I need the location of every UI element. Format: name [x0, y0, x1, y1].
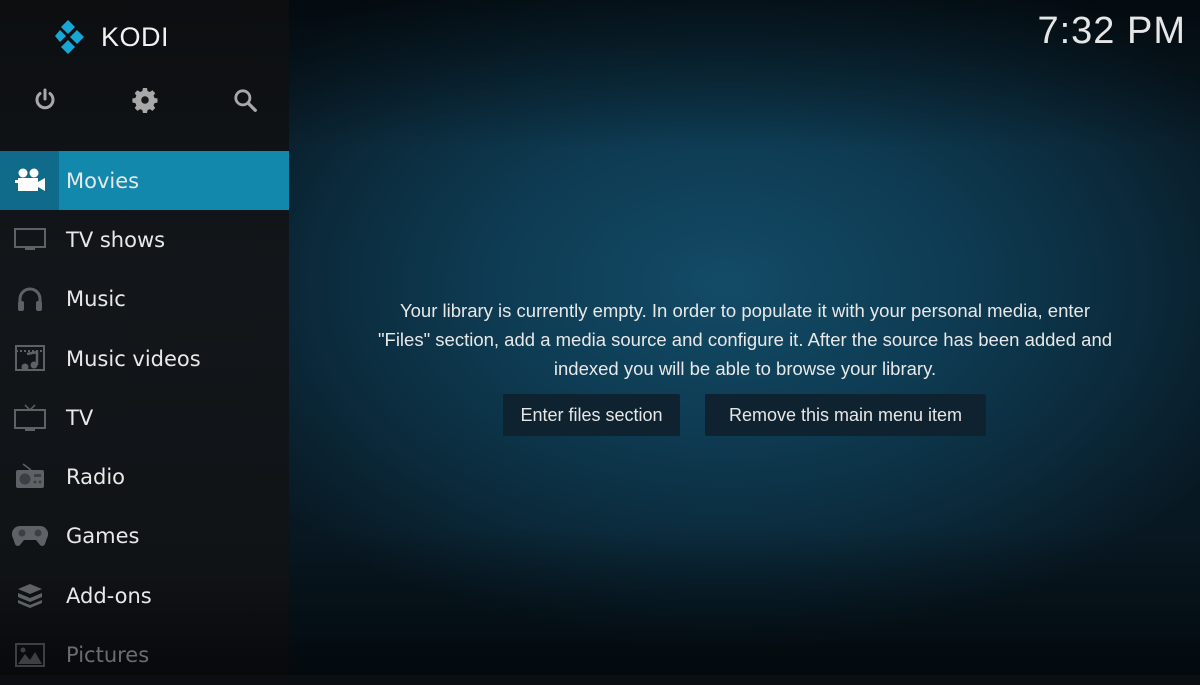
- search-icon: [234, 89, 257, 112]
- remove-menu-item-button[interactable]: Remove this main menu item: [705, 394, 986, 436]
- settings-icon: [132, 87, 158, 113]
- menu-label: Music videos: [66, 346, 201, 371]
- empty-library-message: Your library is currently empty. In orde…: [312, 296, 1178, 383]
- message-line: Your library is currently empty. In orde…: [400, 300, 1090, 321]
- monitor-icon: [13, 227, 46, 250]
- clock: 7:32 PM: [1037, 10, 1186, 52]
- message-line: "Files" section, add a media source and …: [377, 329, 1113, 350]
- menu-label: Games: [66, 524, 140, 549]
- enter-files-section-button[interactable]: Enter files section: [503, 394, 680, 436]
- headphones-icon: [17, 287, 42, 312]
- menu-label: Movies: [66, 168, 140, 193]
- menu-label: Add-ons: [66, 583, 152, 608]
- power-button[interactable]: [29, 84, 61, 116]
- kodi-logo-icon: [55, 20, 84, 54]
- menu-label: Pictures: [66, 643, 150, 668]
- menu-item-movies[interactable]: Movies: [0, 151, 289, 211]
- menu-item-tv-shows[interactable]: TV shows: [0, 210, 289, 269]
- main-menu: Movies TV shows Music Music videos TV Ra…: [0, 151, 289, 685]
- logo-text: KODI: [101, 21, 170, 52]
- music-video-icon: [14, 344, 45, 371]
- menu-item-radio[interactable]: Radio: [0, 447, 289, 506]
- tv-icon: [13, 404, 46, 431]
- menu-label: Radio: [66, 465, 126, 490]
- movie-camera-icon: [14, 168, 45, 191]
- gamepad-icon: [11, 526, 48, 547]
- addons-box-icon: [17, 583, 42, 608]
- menu-label: TV shows: [66, 227, 166, 252]
- menu-item-pictures[interactable]: Pictures: [0, 625, 289, 684]
- settings-button[interactable]: [129, 84, 161, 116]
- menu-label: Music: [66, 287, 126, 312]
- kodi-logo: KODI: [55, 20, 169, 54]
- message-line: indexed you will be able to browse your …: [553, 358, 937, 379]
- menu-item-music[interactable]: Music: [0, 270, 289, 329]
- power-icon: [35, 88, 55, 110]
- menu-item-tv[interactable]: TV: [0, 388, 289, 447]
- menu-item-music-videos[interactable]: Music videos: [0, 329, 289, 388]
- menu-item-add-ons[interactable]: Add-ons: [0, 566, 289, 625]
- sidebar: KODI Movies TV shows Music Music videos …: [0, 0, 289, 675]
- radio-icon: [15, 463, 44, 489]
- menu-item-games[interactable]: Games: [0, 507, 289, 566]
- menu-label: TV: [66, 405, 94, 430]
- picture-icon: [14, 643, 45, 668]
- search-button[interactable]: [229, 84, 261, 116]
